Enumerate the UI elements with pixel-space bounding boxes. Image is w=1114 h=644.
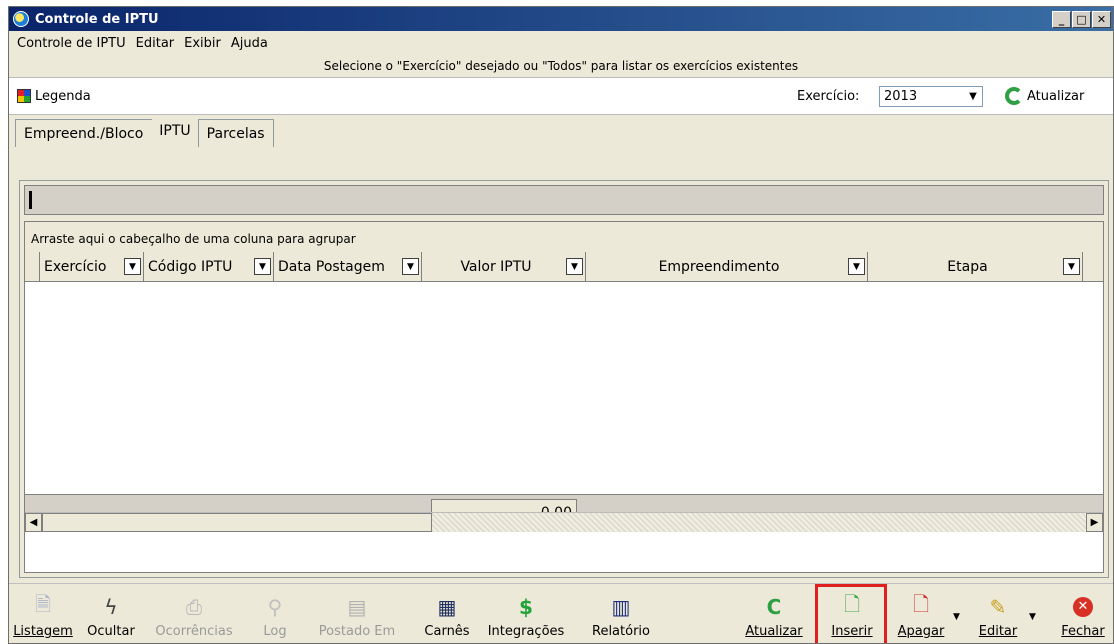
exercicio-label: Exercício: [797,89,860,104]
delete-document-icon: 🗋 [912,592,930,616]
filter-dropdown-icon[interactable]: ▼ [254,258,271,275]
horizontal-scrollbar[interactable]: ◀ ▶ [25,512,1103,532]
magnifier-icon: ⚲ [267,595,283,619]
grid-filter-row[interactable] [24,185,1104,215]
menu-bar: Controle de IPTU Editar Exibir Ajuda [9,31,1113,55]
maximize-button[interactable]: □ [1072,10,1091,28]
scroll-track[interactable] [432,513,1086,532]
chevron-down-icon: ▼ [969,91,977,102]
column-valor-iptu[interactable]: Valor IPTU ▼ [421,252,585,281]
tab-strip: Empreend./Bloco IPTU Parcelas [9,115,1113,147]
minimize-button[interactable]: _ [1052,10,1071,28]
title-bar[interactable]: Controle de IPTU _ □ ✕ [9,7,1113,31]
close-circle-icon: ✕ [1070,594,1096,620]
listagem-button[interactable]: 🗎 Listagem [13,584,73,643]
close-window-button[interactable]: ✕ [1092,10,1111,28]
legend-button[interactable]: Legenda [17,89,91,104]
app-icon [13,11,29,27]
carnes-button[interactable]: ▦ Carnês [419,584,475,643]
refresh-button[interactable]: Atualizar [1005,87,1084,105]
filter-dropdown-icon[interactable]: ▼ [566,258,583,275]
tab-iptu[interactable]: IPTU [151,120,199,147]
booklet-icon: ▦ [437,595,457,619]
column-empreendimento[interactable]: Empreendimento ▼ [585,252,867,281]
bottom-toolbar: 🗎 Listagem ϟ Ocultar ⎙ Ocorrências ⚲ Log… [9,583,1113,643]
postado-em-button[interactable]: ▤ Postado Em [317,584,397,643]
window-title: Controle de IPTU [35,11,159,27]
scroll-thumb[interactable] [42,513,432,532]
column-etapa[interactable]: Etapa ▼ [867,252,1083,281]
integracoes-button[interactable]: $ Integrações [481,584,571,643]
app-window: Controle de IPTU _ □ ✕ Controle de IPTU … [8,6,1114,644]
column-data-postagem[interactable]: Data Postagem ▼ [273,252,421,281]
group-panel[interactable]: Arraste aqui o cabeçalho de uma coluna p… [25,222,1103,252]
edit-document-icon: ✎ [989,595,1007,619]
log-button[interactable]: ⚲ Log [255,584,295,643]
filter-dropdown-icon[interactable]: ▼ [1063,258,1080,275]
ocorrencias-button[interactable]: ⎙ Ocorrências [153,584,235,643]
ocultar-button[interactable]: ϟ Ocultar [79,584,143,643]
column-header-row: Exercício ▼ Código IPTU ▼ Data Postagem … [25,252,1103,282]
document-icon: 🗎 [34,592,52,616]
text-caret [29,191,32,209]
legend-icon [17,89,31,103]
column-exercicio[interactable]: Exercício ▼ [39,252,143,281]
lightning-icon: ϟ [104,595,118,619]
atualizar-button[interactable]: C Atualizar [743,584,805,643]
chart-edit-icon: ▥ [611,595,631,619]
refresh-icon [1005,87,1023,105]
tab-parcelas[interactable]: Parcelas [197,119,274,147]
menu-editar[interactable]: Editar [132,36,181,51]
calendar-icon: ▤ [347,595,367,619]
scroll-left-icon[interactable]: ◀ [25,513,42,532]
editar-dropdown-icon[interactable]: ▼ [1029,612,1036,622]
exercicio-value: 2013 [884,89,918,104]
menu-exibir[interactable]: Exibir [180,36,227,51]
apagar-button[interactable]: 🗋 Apagar [893,584,949,643]
exercicio-select[interactable]: 2013 ▼ [879,86,983,107]
legend-label: Legenda [35,88,91,104]
dollar-icon: $ [519,595,533,619]
menu-ajuda[interactable]: Ajuda [227,36,274,51]
filter-dropdown-icon[interactable]: ▼ [124,258,141,275]
fechar-button[interactable]: ✕ Fechar [1057,584,1109,643]
filter-bar: Legenda Exercício: 2013 ▼ Atualizar [9,77,1113,115]
refresh-label: Atualizar [1027,88,1085,104]
filter-dropdown-icon[interactable]: ▼ [402,258,419,275]
refresh-icon: C [766,595,782,619]
grid-rows-area[interactable] [25,282,1103,494]
relatorio-button[interactable]: ▥ Relatório [585,584,657,643]
tab-panel-iptu: Arraste aqui o cabeçalho de uma coluna p… [19,180,1109,578]
tab-empreend[interactable]: Empreend./Bloco [15,119,153,147]
column-codigo-iptu[interactable]: Código IPTU ▼ [143,252,273,281]
menu-controle[interactable]: Controle de IPTU [13,36,132,51]
scroll-right-icon[interactable]: ▶ [1086,513,1103,532]
printer-icon: ⎙ [186,595,202,619]
apagar-dropdown-icon[interactable]: ▼ [953,612,960,622]
grid-footer: 0,00 ◀ ▶ [25,494,1103,532]
filter-dropdown-icon[interactable]: ▼ [848,258,865,275]
iptu-grid: Arraste aqui o cabeçalho de uma coluna p… [24,221,1104,573]
inserir-highlight [815,584,887,643]
editar-button[interactable]: ✎ Editar [973,584,1023,643]
hint-text: Selecione o "Exercício" desejado ou "Tod… [9,55,1113,77]
